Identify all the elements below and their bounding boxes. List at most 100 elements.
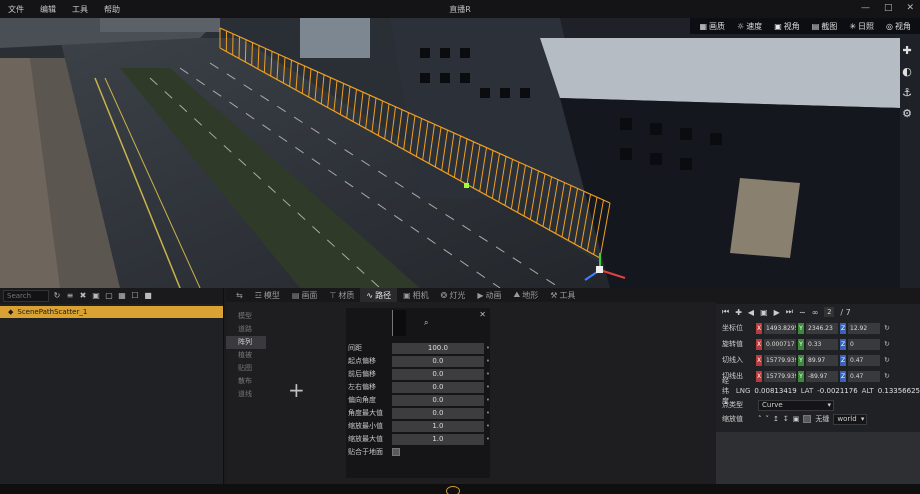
- tab-camera[interactable]: ▣ 相机: [397, 290, 435, 301]
- lat-value[interactable]: -0.0021176: [817, 387, 857, 395]
- rotation-y-input[interactable]: 0.33: [806, 338, 838, 350]
- lng-value[interactable]: 0.00813419: [754, 387, 796, 395]
- rotation-z-input[interactable]: 0: [848, 338, 880, 350]
- tab-animation[interactable]: ▶ 动画: [471, 290, 507, 301]
- tangent-in-x-input[interactable]: 15779.939: [764, 354, 796, 366]
- refresh-icon[interactable]: ↻: [52, 291, 62, 301]
- more-icon[interactable]: •: [486, 344, 490, 352]
- sunlight-button[interactable]: ✳ 日照: [844, 21, 879, 32]
- more-icon[interactable]: •: [486, 370, 490, 378]
- spacing-input[interactable]: 100.0: [391, 342, 484, 354]
- category-item[interactable]: 模型: [226, 310, 266, 323]
- start-offset-input[interactable]: 0.0: [391, 355, 484, 367]
- outliner-item[interactable]: ◆ ScenePathScatter_1: [0, 306, 223, 318]
- search-icon[interactable]: ⌕: [424, 318, 428, 328]
- maximize-icon[interactable]: □: [884, 3, 893, 13]
- first-point-icon[interactable]: ⏮: [722, 307, 729, 317]
- reset-icon[interactable]: ↻: [884, 372, 890, 380]
- checkbox-icon[interactable]: ☐: [130, 291, 140, 301]
- tab-toggle[interactable]: ⇆: [230, 291, 249, 300]
- rotate-icon[interactable]: ◐: [902, 65, 912, 78]
- position-y-input[interactable]: 2346.23: [806, 322, 838, 334]
- seamless-checkbox[interactable]: [803, 415, 812, 423]
- reset-icon[interactable]: ↻: [884, 356, 890, 364]
- add-point-icon[interactable]: ✚: [735, 308, 742, 317]
- position-x-input[interactable]: 1493.8295: [764, 322, 796, 334]
- more-icon[interactable]: •: [486, 409, 490, 417]
- view-angle-button[interactable]: ◎ 视角: [881, 21, 916, 32]
- angle-max-input[interactable]: 0.0: [391, 407, 484, 419]
- tab-scene[interactable]: ▤ 画面: [286, 290, 324, 301]
- category-item[interactable]: 散布: [226, 375, 266, 388]
- yaw-angle-input[interactable]: 0.0: [391, 394, 484, 406]
- category-item[interactable]: 贴图: [226, 362, 266, 375]
- tangent-out-y-input[interactable]: -89.97: [806, 370, 838, 382]
- frame-icon[interactable]: ▢: [104, 291, 114, 301]
- upload-icon[interactable]: ↥: [773, 415, 779, 423]
- menu-edit[interactable]: 编辑: [32, 4, 64, 15]
- grid-icon[interactable]: ▦: [117, 291, 127, 301]
- lock-icon[interactable]: ▣: [793, 415, 800, 423]
- 3d-viewport[interactable]: ▦ 画质 ☼ 速度 ▣ 视角 ▤ 截图 ✳ 日照 ◎ 视角 ✚ ◐ ⚓ ⚙: [0, 18, 920, 288]
- tangent-out-x-input[interactable]: 15779.939: [764, 370, 796, 382]
- more-icon[interactable]: •: [486, 396, 490, 404]
- link-icon[interactable]: ∞: [812, 308, 819, 317]
- more-icon[interactable]: •: [486, 422, 490, 430]
- snap-to-ground-checkbox[interactable]: [392, 448, 400, 456]
- tangent-out-z-input[interactable]: 0.47: [848, 370, 880, 382]
- frame-index[interactable]: 2: [824, 307, 835, 317]
- scale-min-input[interactable]: 1.0: [391, 420, 484, 432]
- menu-file[interactable]: 文件: [0, 4, 32, 15]
- next-icon[interactable]: ▶: [774, 308, 780, 317]
- down-icon[interactable]: ˅: [766, 415, 770, 423]
- reset-icon[interactable]: ↻: [884, 324, 890, 332]
- category-item[interactable]: 植被: [226, 349, 266, 362]
- camera-view-button[interactable]: ▣ 视角: [769, 21, 805, 32]
- group-icon[interactable]: ▣: [91, 291, 101, 301]
- up-icon[interactable]: ˄: [758, 415, 762, 423]
- close-icon[interactable]: ✕: [906, 3, 914, 13]
- scale-max-input[interactable]: 1.0: [391, 433, 484, 445]
- rotation-x-input[interactable]: 0.000717: [764, 338, 796, 350]
- tab-model[interactable]: ☲ 模型: [249, 290, 286, 301]
- position-z-input[interactable]: 12.92: [848, 322, 880, 334]
- outliner-search-input[interactable]: [3, 290, 49, 302]
- tab-light[interactable]: ❂ 灯光: [435, 290, 472, 301]
- anchor-icon[interactable]: ⚓: [902, 86, 912, 99]
- category-item[interactable]: 道线: [226, 388, 266, 401]
- menu-tools[interactable]: 工具: [64, 4, 96, 15]
- reset-icon[interactable]: ↻: [884, 340, 890, 348]
- speed-button[interactable]: ☼ 速度: [732, 21, 767, 32]
- delete-icon[interactable]: ✖: [78, 291, 88, 301]
- screenshot-button[interactable]: ▤ 截图: [807, 21, 843, 32]
- curve-icon[interactable]: ∼: [799, 308, 806, 317]
- download-icon[interactable]: ↧: [783, 415, 789, 423]
- alt-value[interactable]: 0.13356625: [878, 387, 920, 395]
- quality-button[interactable]: ▦ 画质: [694, 21, 730, 32]
- tab-tools[interactable]: ⚒ 工具: [544, 290, 581, 301]
- category-item-active[interactable]: 阵列: [226, 336, 266, 349]
- list-icon[interactable]: ≡: [65, 291, 75, 301]
- tangent-in-y-input[interactable]: 89.97: [806, 354, 838, 366]
- close-icon[interactable]: ✕: [479, 310, 486, 319]
- space-select[interactable]: world ▾: [833, 413, 868, 425]
- more-icon[interactable]: •: [486, 383, 490, 391]
- front-back-offset-input[interactable]: 0.0: [391, 368, 484, 380]
- more-icon[interactable]: •: [486, 435, 490, 443]
- last-point-icon[interactable]: ⏭: [786, 307, 793, 317]
- tab-material[interactable]: ⊤ 材质: [323, 290, 360, 301]
- tab-path[interactable]: ∿ 路径: [360, 288, 398, 302]
- solid-icon[interactable]: ■: [143, 291, 153, 301]
- more-icon[interactable]: •: [486, 357, 490, 365]
- frame-icon[interactable]: ▣: [760, 308, 768, 317]
- category-item[interactable]: 道路: [226, 323, 266, 336]
- preview-thumbnail[interactable]: [392, 310, 406, 336]
- tangent-in-z-input[interactable]: 0.47: [848, 354, 880, 366]
- left-right-offset-input[interactable]: 0.0: [391, 381, 484, 393]
- menu-help[interactable]: 帮助: [96, 4, 128, 15]
- minimize-icon[interactable]: —: [861, 3, 870, 13]
- settings-icon[interactable]: ⚙: [902, 107, 912, 120]
- point-type-select[interactable]: Curve ▾: [758, 399, 834, 411]
- prev-icon[interactable]: ◀: [748, 308, 754, 317]
- move-icon[interactable]: ✚: [902, 44, 912, 57]
